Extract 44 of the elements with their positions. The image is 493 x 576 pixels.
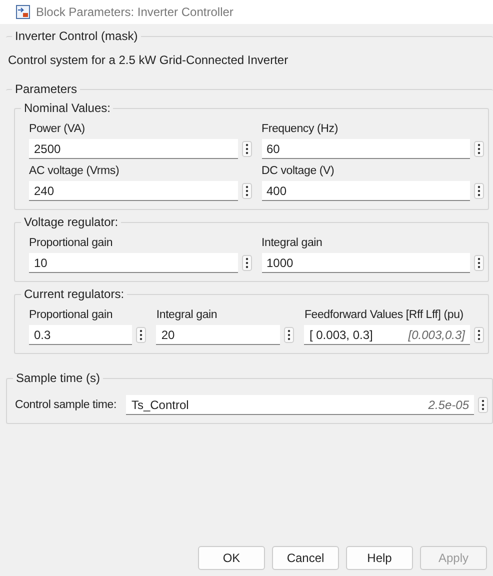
dialog-button[interactable]: Help	[346, 546, 413, 570]
input-field[interactable]: [ 0.003, 0.3] [0.003,0.3]	[304, 325, 470, 345]
input-field[interactable]: 10	[29, 253, 238, 273]
group-title: Parameters	[12, 82, 80, 96]
field-label: AC voltage (Vrms)	[29, 165, 120, 177]
field-label: Proportional gain	[29, 309, 114, 321]
field-label: Frequency (Hz)	[262, 123, 339, 135]
input-field[interactable]: 240	[29, 181, 238, 201]
input-field[interactable]: 0.3	[29, 325, 132, 345]
evaluated-value: 2.5e-05	[428, 398, 469, 412]
dialog-button[interactable]: OK	[198, 546, 265, 570]
more-options-icon[interactable]	[242, 255, 252, 271]
field-label: Feedforward Values [Rff Lff] (pu)	[304, 309, 464, 321]
group-title: Inverter Control (mask)	[12, 29, 141, 43]
window-title: Block Parameters: Inverter Controller	[36, 5, 234, 19]
more-options-icon[interactable]	[474, 255, 484, 271]
more-options-icon[interactable]	[474, 141, 484, 157]
input-field[interactable]: Ts_Control 2.5e-05	[126, 395, 474, 415]
description-text: Control system for a 2.5 kW Grid-Connected Inverter	[7, 52, 290, 69]
evaluated-value: [0.003,0.3]	[408, 328, 465, 342]
field-label: Integral gain	[156, 309, 218, 321]
group-title: Current regulators:	[21, 287, 128, 301]
more-options-icon[interactable]	[242, 183, 252, 199]
input-field[interactable]: 20	[156, 325, 280, 345]
input-field[interactable]: 1000	[262, 253, 470, 273]
more-options-icon[interactable]	[474, 327, 484, 343]
field-label: Proportional gain	[29, 237, 114, 249]
more-options-icon[interactable]	[474, 183, 484, 199]
more-options-icon[interactable]	[284, 327, 294, 343]
input-field[interactable]: 60	[262, 139, 470, 159]
more-options-icon[interactable]	[242, 141, 252, 157]
field-label: Power (VA)	[29, 123, 86, 135]
more-options-icon[interactable]	[478, 397, 488, 413]
group-title: Nominal Values:	[21, 101, 114, 115]
field-label: DC voltage (V)	[262, 165, 336, 177]
input-field[interactable]: 400	[262, 181, 470, 201]
group-title: Voltage regulator:	[21, 215, 122, 229]
field-label: Control sample time:	[15, 399, 116, 411]
more-options-icon[interactable]	[136, 327, 146, 343]
block-icon	[16, 5, 30, 19]
field-label: Integral gain	[262, 237, 324, 249]
input-field[interactable]: 2500	[29, 139, 238, 159]
dialog-button[interactable]: Cancel	[272, 546, 339, 570]
group-title: Sample time (s)	[13, 371, 104, 385]
